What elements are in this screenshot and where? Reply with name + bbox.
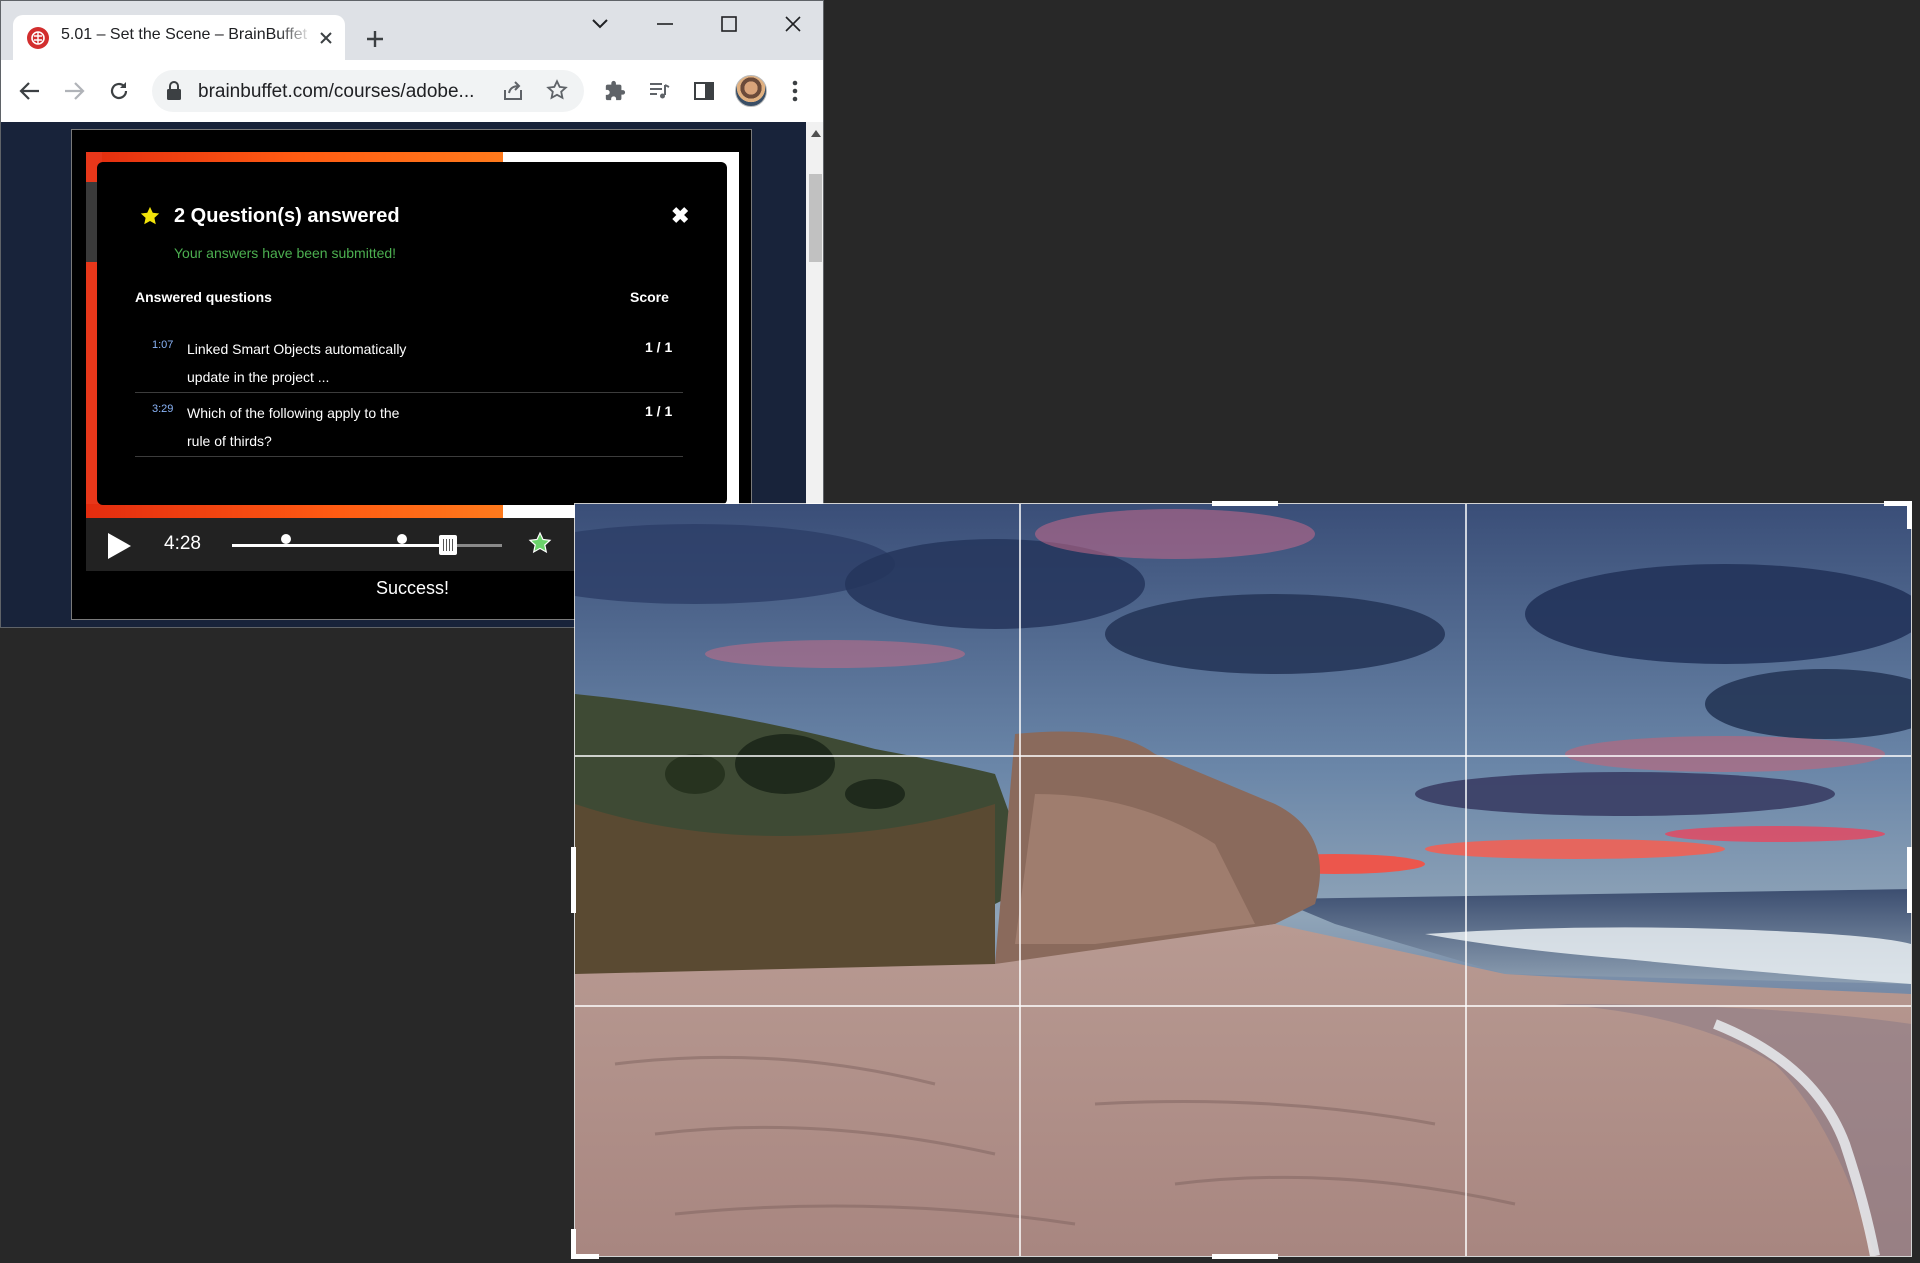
submission-message: Your answers have been submitted!	[174, 245, 397, 261]
forward-arrow-icon[interactable]	[58, 75, 90, 107]
tab-search-chevron-down-icon[interactable]	[578, 9, 622, 39]
score-header: Score	[630, 289, 669, 305]
tab-close-icon[interactable]	[315, 27, 337, 49]
media-controls-icon[interactable]	[643, 75, 675, 107]
question-text: Linked Smart Objects automatically updat…	[187, 341, 407, 385]
browser-toolbar: brainbuffet.com/courses/adobe...	[1, 60, 823, 123]
current-time: 4:28	[164, 533, 201, 554]
question-text: Which of the following apply to the rule…	[187, 405, 400, 449]
close-icon[interactable]: ✖	[671, 205, 689, 227]
share-icon[interactable]	[502, 80, 524, 102]
question-row[interactable]: 1:07 Linked Smart Objects automatically …	[135, 329, 683, 393]
profile-avatar[interactable]	[735, 75, 767, 107]
quiz-title: 2 Question(s) answered	[174, 205, 400, 227]
question-timestamp[interactable]: 1:07	[152, 339, 173, 351]
progress-bar[interactable]	[232, 534, 502, 555]
tab-strip: 5.01 – Set the Scene – BrainBuffet	[1, 1, 823, 60]
video-background-graphic	[86, 504, 503, 518]
tab-active[interactable]: 5.01 – Set the Scene – BrainBuffet	[13, 15, 345, 60]
quiz-marker[interactable]	[397, 534, 408, 544]
video-frame: 2 Question(s) answered ✖ Your answers ha…	[86, 152, 739, 518]
reload-icon[interactable]	[103, 75, 135, 107]
quiz-star-icon[interactable]	[528, 531, 552, 555]
crop-handle-left[interactable]	[571, 847, 576, 913]
crop-grid-line	[575, 755, 1911, 757]
crop-handle-top-right[interactable]	[1907, 501, 1912, 529]
progress-fill	[232, 544, 448, 547]
star-icon	[139, 205, 161, 227]
side-panel-icon[interactable]	[688, 75, 720, 107]
question-timestamp[interactable]: 3:29	[152, 403, 173, 415]
bookmark-star-icon[interactable]	[546, 79, 568, 101]
brainbuffet-favicon-icon	[27, 27, 49, 49]
crop-handle-top[interactable]	[1212, 501, 1278, 506]
crop-handle-right[interactable]	[1907, 847, 1912, 913]
new-tab-button[interactable]	[361, 25, 389, 53]
question-row[interactable]: 3:29 Which of the following apply to the…	[135, 393, 683, 457]
progress-handle[interactable]	[439, 535, 457, 555]
beach-cliff-photo	[575, 504, 1911, 1256]
close-window-button[interactable]	[771, 9, 815, 39]
url-text: brainbuffet.com/courses/adobe...	[198, 81, 475, 102]
answered-questions-header: Answered questions	[135, 289, 272, 305]
address-bar[interactable]: brainbuffet.com/courses/adobe...	[152, 70, 584, 112]
crop-handle-bottom[interactable]	[1212, 1254, 1278, 1259]
extensions-puzzle-icon[interactable]	[599, 75, 631, 107]
maximize-button[interactable]	[707, 9, 751, 39]
crop-grid-line	[1465, 504, 1467, 1256]
minimize-button[interactable]	[643, 9, 687, 39]
quiz-results-panel: 2 Question(s) answered ✖ Your answers ha…	[97, 162, 727, 505]
question-score: 1 / 1	[645, 403, 673, 419]
tab-title: 5.01 – Set the Scene – BrainBuffet	[61, 26, 308, 43]
play-icon[interactable]	[106, 532, 132, 560]
question-score: 1 / 1	[645, 339, 673, 355]
scroll-up-arrow-icon[interactable]	[811, 130, 821, 137]
chrome-menu-icon[interactable]	[779, 75, 811, 107]
back-arrow-icon[interactable]	[14, 75, 46, 107]
crop-handle-bottom-left[interactable]	[571, 1254, 599, 1259]
quiz-marker[interactable]	[281, 534, 291, 544]
scroll-thumb[interactable]	[809, 174, 822, 262]
crop-handle-bottom-left[interactable]	[571, 1229, 576, 1257]
crop-grid-line	[1019, 504, 1021, 1256]
lock-icon	[166, 81, 182, 101]
crop-grid-line	[575, 1005, 1911, 1007]
